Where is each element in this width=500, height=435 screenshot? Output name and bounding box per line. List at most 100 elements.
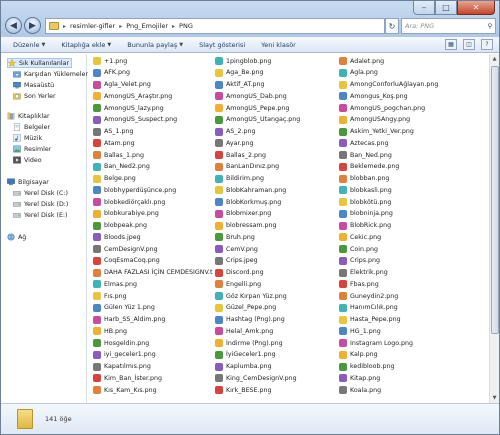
file-item[interactable]: Ballas_2.png <box>215 150 335 160</box>
organize-button[interactable]: Düzenle ▼ <box>13 41 45 49</box>
help-icon[interactable]: ? <box>481 39 493 50</box>
file-item[interactable]: blobkediörçaklı.png <box>93 197 213 207</box>
file-item[interactable]: Atam.png <box>93 138 213 148</box>
nav-disk-c[interactable]: Yerel Disk (C:) <box>13 188 68 198</box>
file-item[interactable]: Agla.png <box>339 68 459 78</box>
file-item[interactable]: Hosgeldin.png <box>93 338 213 348</box>
file-item[interactable]: Güzel_Pepe.png <box>215 303 335 313</box>
file-item[interactable]: Agla_Velet.png <box>93 80 213 90</box>
slideshow-button[interactable]: Slayt gösterisi <box>199 41 245 49</box>
nav-downloads[interactable]: Karşıdan Yüklemeler <box>13 69 88 79</box>
file-item[interactable]: Engelli.png <box>215 279 335 289</box>
nav-recent[interactable]: Son Yerler <box>13 91 56 101</box>
file-item[interactable]: Fbas.png <box>339 279 459 289</box>
preview-pane-icon[interactable]: ◫ <box>463 39 475 50</box>
back-arrow-icon[interactable]: ◀ <box>5 17 22 34</box>
file-item[interactable]: Fıs.png <box>93 291 213 301</box>
close-icon[interactable]: ✕ <box>457 1 495 15</box>
file-item[interactable]: 1pingblob.png <box>215 56 335 66</box>
nav-desktop[interactable]: Masaüstü <box>13 80 54 90</box>
nav-libraries[interactable]: Kitaplıklar <box>7 111 50 121</box>
file-item[interactable]: Guneydin2.png <box>339 291 459 301</box>
file-item[interactable]: Ayar.png <box>215 138 335 148</box>
file-item[interactable]: Elmas.png <box>93 279 213 289</box>
file-item[interactable]: Kırk_BESE.png <box>215 385 335 395</box>
file-item[interactable]: Adalet.png <box>339 56 459 66</box>
file-item[interactable]: BlobKorkmuş.png <box>215 197 335 207</box>
breadcrumb-item[interactable]: resimler-gifler <box>70 22 115 30</box>
file-item[interactable]: Göz Kırpan Yüz.png <box>215 291 335 301</box>
file-item[interactable]: İyiGeceler1.png <box>215 350 335 360</box>
file-item[interactable]: HG_1.png <box>339 326 459 336</box>
file-item[interactable]: HanımCılık.png <box>339 303 459 313</box>
file-item[interactable]: blobkurabiye.png <box>93 209 213 219</box>
file-item[interactable]: AmongConforluAğlayan.png <box>339 80 459 90</box>
file-item[interactable]: AmongUS_lazy.png <box>93 103 213 113</box>
file-item[interactable]: Aztecas.png <box>339 138 459 148</box>
view-options-icon[interactable]: ▦ <box>445 39 457 50</box>
file-item[interactable]: Kitap.png <box>339 373 459 383</box>
file-item[interactable]: BlobRick.png <box>339 221 459 231</box>
search-input[interactable]: Ara: PNG ⚲ <box>401 18 496 34</box>
file-item[interactable]: +1.png <box>93 56 213 66</box>
file-item[interactable]: CemV.png <box>215 244 335 254</box>
add-to-library-button[interactable]: Kitaplığa ekle ▼ <box>61 41 111 49</box>
file-item[interactable]: HB.png <box>93 326 213 336</box>
file-item[interactable]: blobkasli.png <box>339 185 459 195</box>
file-item[interactable]: Coin.png <box>339 244 459 254</box>
breadcrumb-item[interactable]: Png_Emojiler <box>126 22 168 30</box>
scrollbar-thumb[interactable] <box>491 66 499 334</box>
file-item[interactable]: blobninja.png <box>339 209 459 219</box>
file-item[interactable]: Kalp.png <box>339 350 459 360</box>
search-icon[interactable]: ⚲ <box>485 21 495 31</box>
file-item[interactable]: iyi_geceler1.png <box>93 350 213 360</box>
refresh-icon[interactable]: ↻ <box>385 18 399 34</box>
file-item[interactable]: Belge.png <box>93 174 213 184</box>
nav-pictures[interactable]: Resimler <box>13 144 51 154</box>
nav-documents[interactable]: Belgeler <box>13 122 50 132</box>
file-item[interactable]: AmongUS_Pepe.png <box>215 103 335 113</box>
file-item[interactable]: AmongUSAngy.png <box>339 115 459 125</box>
nav-computer[interactable]: Bilgisayar <box>7 177 49 187</box>
file-item[interactable]: Kaplumba.png <box>215 362 335 372</box>
minimize-icon[interactable]: – <box>413 1 435 15</box>
file-item[interactable]: Hashtag (Png).png <box>215 315 335 325</box>
file-item[interactable]: Beklemede.png <box>339 162 459 172</box>
file-item[interactable]: Kapatılmıs.png <box>93 362 213 372</box>
file-item[interactable]: Crips.jpeg <box>215 256 335 266</box>
file-item[interactable]: Discord.png <box>215 268 335 278</box>
file-item[interactable]: CoqEsmaCoq.png <box>93 256 213 266</box>
scroll-down-icon[interactable]: ▼ <box>490 393 499 403</box>
file-item[interactable]: Hasta_Pepe.png <box>339 315 459 325</box>
file-item[interactable]: King_CemDesignV.png <box>215 373 335 383</box>
scroll-up-icon[interactable]: ▲ <box>490 54 499 64</box>
share-button[interactable]: Bununla paylaş ▼ <box>127 41 183 49</box>
file-item[interactable]: Aga_Be.png <box>215 68 335 78</box>
file-item[interactable]: BanLanDınız.png <box>215 162 335 172</box>
file-item[interactable]: AmongUS_Araştır.png <box>93 91 213 101</box>
file-item[interactable]: Askim_Yetki_Ver.png <box>339 127 459 137</box>
file-item[interactable]: Bruh.png <box>215 232 335 242</box>
file-item[interactable]: Gülen Yüz 1.png <box>93 303 213 313</box>
file-item[interactable]: İndirme (Png).png <box>215 338 335 348</box>
file-item[interactable]: Kim_Ban_İster.png <box>93 373 213 383</box>
file-item[interactable]: AmongUS_Utangaç.png <box>215 115 335 125</box>
file-item[interactable]: Ballas_1.png <box>93 150 213 160</box>
file-item[interactable]: Kıs_Kam_Kıs.png <box>93 385 213 395</box>
file-item[interactable]: Amongus_Koş.png <box>339 91 459 101</box>
file-item[interactable]: Ban_Ned.png <box>339 150 459 160</box>
file-item[interactable]: Bildirim.png <box>215 174 335 184</box>
file-item[interactable]: Ban_Ned2.png <box>93 162 213 172</box>
file-item[interactable]: Helal_Amk.png <box>215 326 335 336</box>
file-item[interactable]: Elektrik.png <box>339 268 459 278</box>
file-item[interactable]: Koala.png <box>339 385 459 395</box>
nav-videos[interactable]: Video <box>13 155 42 165</box>
file-item[interactable]: CemDesignV.png <box>93 244 213 254</box>
file-item[interactable]: AmongUS_Dab.png <box>215 91 335 101</box>
file-item[interactable]: AS_2.png <box>215 127 335 137</box>
file-item[interactable]: blobressam.png <box>215 221 335 231</box>
file-item[interactable]: blobkötü.png <box>339 197 459 207</box>
file-item[interactable]: blobhyperdüşünce.png <box>93 185 213 195</box>
file-item[interactable]: Harb_SS_Aldim.png <box>93 315 213 325</box>
forward-arrow-icon[interactable]: ▶ <box>24 17 41 34</box>
